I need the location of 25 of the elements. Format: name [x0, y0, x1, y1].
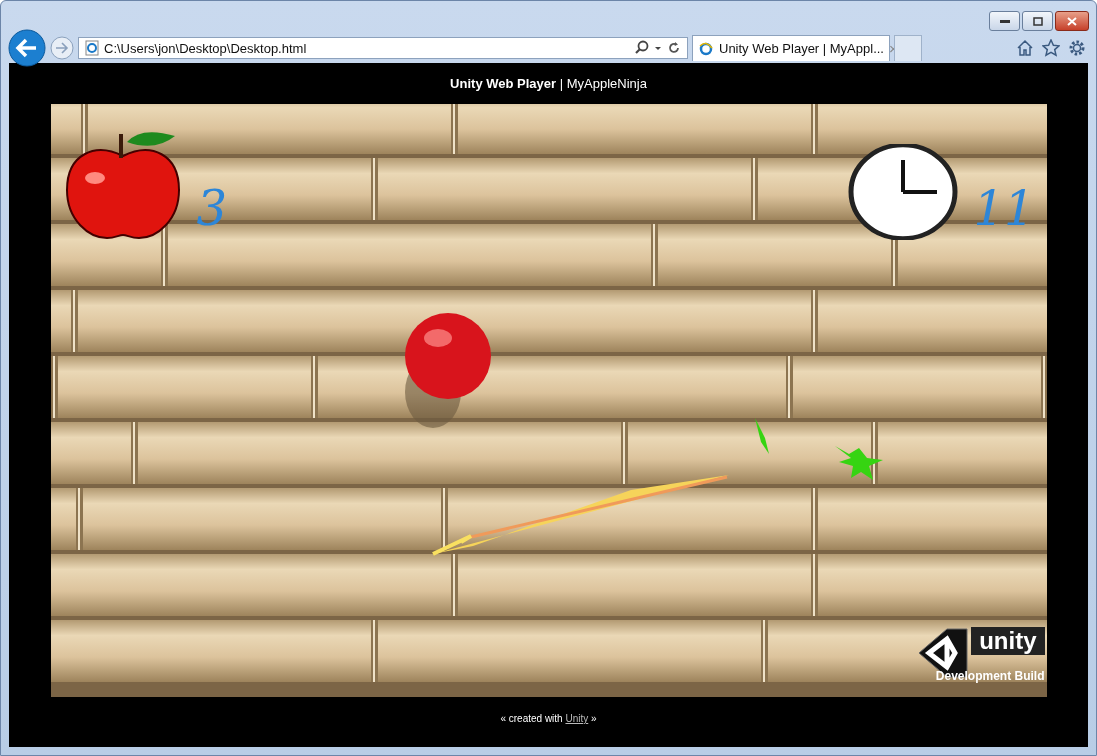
page-icon	[698, 40, 714, 57]
close-button[interactable]	[1055, 11, 1089, 31]
address-text: C:\Users\jon\Desktop\Desktop.html	[104, 40, 308, 56]
address-bar[interactable]: C:\Users\jon\Desktop\Desktop.html	[78, 37, 688, 59]
back-button[interactable]	[8, 29, 46, 67]
close-icon	[1067, 16, 1077, 26]
refresh-icon[interactable]	[666, 40, 682, 56]
time-counter: 11	[973, 184, 1035, 232]
clock-icon	[847, 144, 960, 240]
minimize-button[interactable]	[989, 11, 1020, 31]
home-icon[interactable]	[1016, 39, 1034, 57]
search-icon[interactable]	[634, 40, 650, 56]
star-icon[interactable]	[1042, 39, 1060, 57]
unity-wordmark: unity	[971, 627, 1045, 655]
maximize-button[interactable]	[1022, 11, 1053, 31]
unity-link[interactable]: Unity	[565, 713, 589, 724]
settings-icon[interactable]	[1068, 39, 1086, 57]
minimize-icon	[999, 19, 1010, 23]
tab-title: Unity Web Player | MyAppl...	[719, 41, 884, 56]
page-title: Unity Web Player | MyAppleNinja	[450, 76, 647, 91]
maximize-icon	[1032, 16, 1043, 26]
footer-text: « created with Unity »	[500, 713, 597, 724]
page-icon	[84, 40, 100, 56]
apple-score: 3	[196, 184, 228, 232]
build-label: Development Build	[934, 669, 1045, 683]
